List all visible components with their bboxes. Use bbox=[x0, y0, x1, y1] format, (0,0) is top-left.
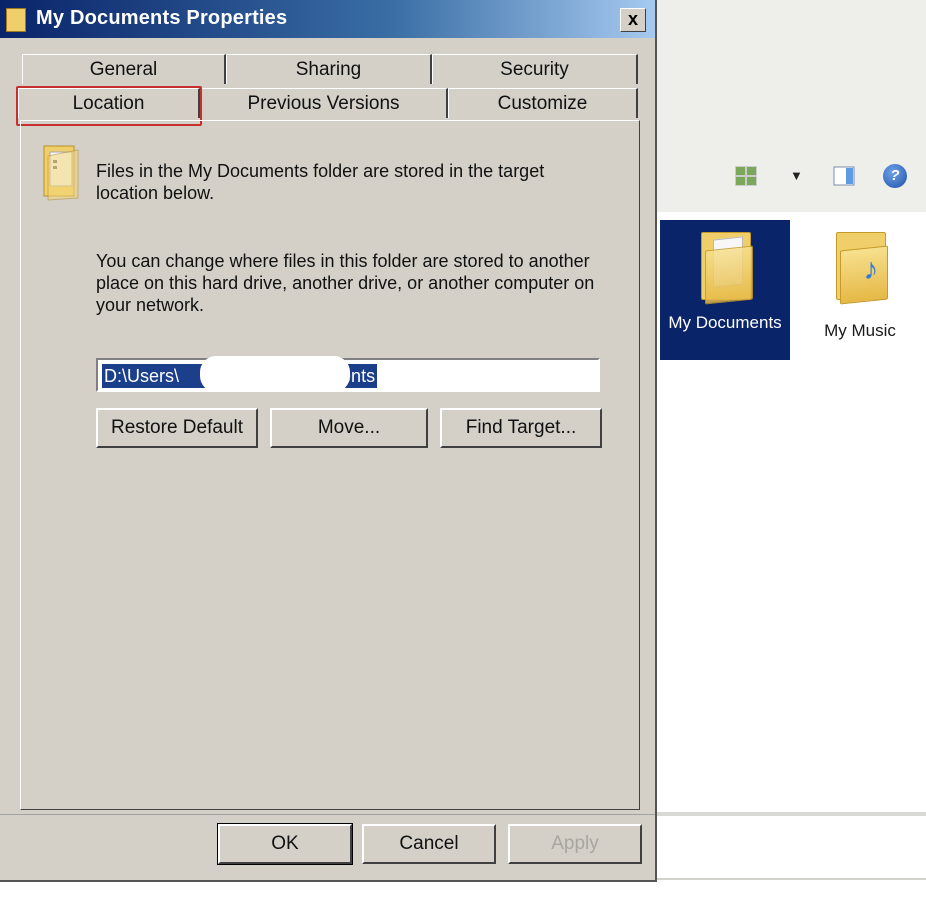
preview-pane-icon[interactable] bbox=[833, 166, 857, 188]
tab-previous-versions[interactable]: Previous Versions bbox=[200, 88, 448, 118]
tab-panel bbox=[20, 120, 640, 810]
explorer-toolbar: ▼ ? bbox=[735, 160, 925, 200]
change-view-icon[interactable] bbox=[735, 166, 759, 188]
close-button[interactable]: x bbox=[620, 8, 646, 32]
move-button[interactable]: Move... bbox=[270, 408, 428, 448]
my-music-folder[interactable]: ♪ My Music bbox=[795, 220, 925, 360]
divider bbox=[655, 812, 926, 816]
help-icon[interactable]: ? bbox=[883, 164, 907, 188]
folder-label: My Documents bbox=[668, 313, 782, 332]
documents-folder-icon bbox=[699, 228, 753, 305]
folder-label: My Music bbox=[824, 321, 896, 340]
apply-button[interactable]: Apply bbox=[508, 824, 642, 864]
dialog-title: My Documents Properties bbox=[36, 7, 288, 29]
redacted-area bbox=[200, 356, 350, 392]
title-bar[interactable]: My Documents Properties x bbox=[0, 0, 655, 38]
tab-general[interactable]: General bbox=[22, 54, 226, 84]
restore-default-button[interactable]: Restore Default bbox=[96, 408, 258, 448]
tab-security[interactable]: Security bbox=[432, 54, 638, 84]
my-documents-folder[interactable]: My Documents bbox=[660, 220, 790, 360]
find-target-button[interactable]: Find Target... bbox=[440, 408, 602, 448]
info-text: Files in the My Documents folder are sto… bbox=[96, 161, 545, 203]
tab-customize[interactable]: Customize bbox=[448, 88, 638, 118]
music-folder-icon: ♪ bbox=[834, 228, 888, 305]
cancel-button[interactable]: Cancel bbox=[362, 824, 496, 864]
view-dropdown-arrow-icon[interactable]: ▼ bbox=[790, 168, 806, 190]
explorer-content: My Documents ♪ My Music bbox=[655, 212, 926, 812]
documents-folder-icon bbox=[42, 142, 82, 202]
folder-icon bbox=[6, 8, 26, 32]
ok-button[interactable]: OK bbox=[217, 823, 353, 865]
properties-dialog: My Documents Properties x General Sharin… bbox=[0, 0, 657, 882]
tab-sharing[interactable]: Sharing bbox=[226, 54, 432, 84]
description-text: You can change where files in this folde… bbox=[96, 251, 595, 315]
divider bbox=[0, 814, 655, 815]
status-bar bbox=[0, 878, 926, 910]
